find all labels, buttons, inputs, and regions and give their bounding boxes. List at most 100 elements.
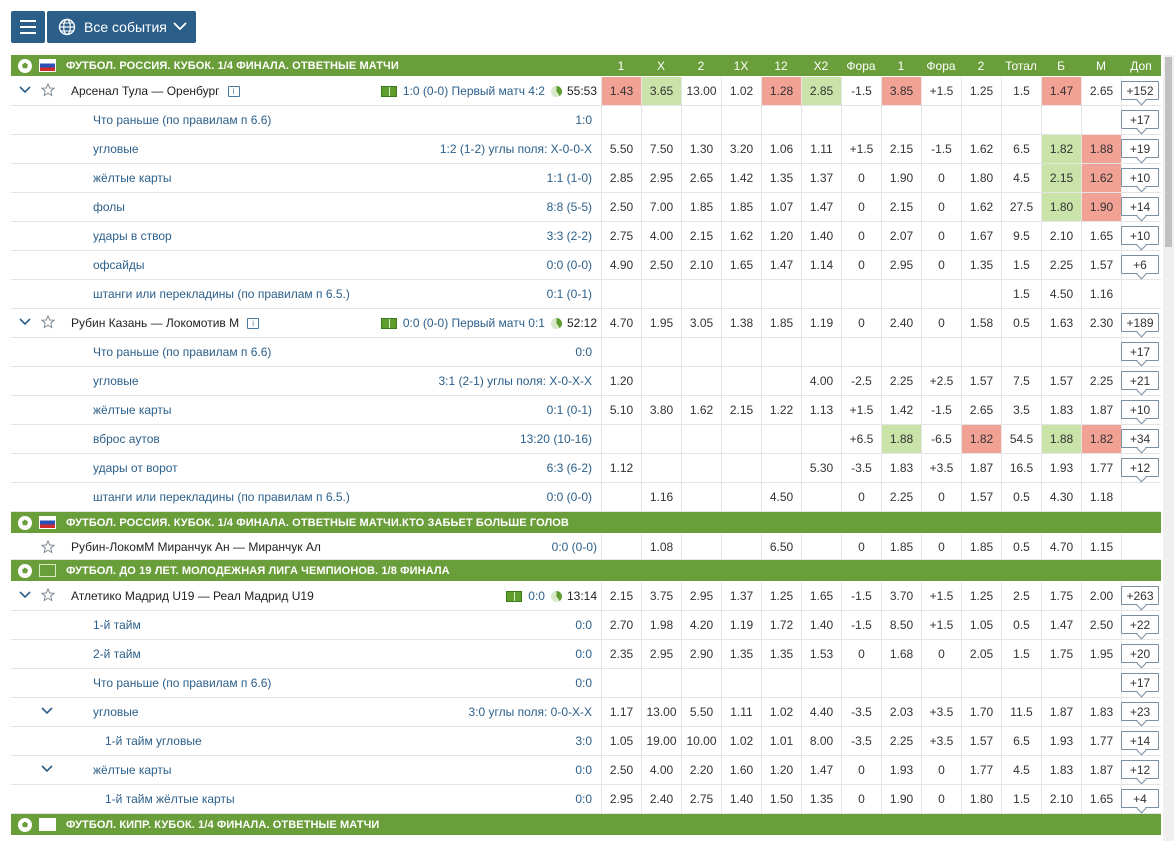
odds-cell[interactable]: 4.00 (641, 222, 681, 250)
odds-cell[interactable]: 2.95 (641, 164, 681, 192)
odds-cell[interactable]: 11.5 (1001, 698, 1041, 726)
odds-cell[interactable]: 1.83 (1041, 396, 1081, 424)
odds-cell[interactable]: 1.35 (761, 164, 801, 192)
odds-cell[interactable]: 1.53 (801, 640, 841, 668)
odds-cell[interactable]: 0 (921, 534, 961, 559)
odds-cell[interactable]: 1.80 (1041, 193, 1081, 221)
odds-cell[interactable]: 2.15 (601, 582, 641, 610)
market-name[interactable]: штанги или перекладины (по правилам п 6.… (93, 280, 350, 308)
odds-cell[interactable]: 2.65 (1081, 77, 1121, 105)
odds-cell[interactable]: 1.77 (961, 756, 1001, 784)
odds-cell[interactable]: 1.85 (881, 534, 921, 559)
odds-cell[interactable]: 0 (921, 251, 961, 279)
odds-cell[interactable]: 6.50 (761, 534, 801, 559)
odds-cell[interactable]: 1.06 (761, 135, 801, 163)
odds-cell[interactable]: 1.28 (761, 77, 801, 105)
odds-cell[interactable]: 2.35 (601, 640, 641, 668)
odds-cell[interactable]: -1.5 (841, 611, 881, 639)
info-icon[interactable]: i (227, 85, 240, 97)
info-icon[interactable]: i (247, 317, 260, 329)
sub-market-row[interactable]: 1-й тайм 0:0 2.70 1.98 4.20 1.19 1.72 1.40 -1.5 8… (11, 611, 1161, 640)
odds-cell[interactable]: -1.5 (921, 396, 961, 424)
odds-cell[interactable]: 1.83 (1041, 756, 1081, 784)
sub-market-row[interactable]: вброс аутов 13:20 (10-16) +6.5 1.88 -6.5 1.82… (11, 425, 1161, 454)
odds-cell[interactable]: +1.5 (921, 582, 961, 610)
odds-cell[interactable]: 0 (841, 164, 881, 192)
odds-cell[interactable]: 1.58 (961, 309, 1001, 337)
odds-cell[interactable]: 1.72 (761, 611, 801, 639)
odds-cell[interactable]: 1.67 (961, 222, 1001, 250)
sub-market-row[interactable]: удары в створ 3:3 (2-2) 2.75 4.00 2.15 1.62 1.… (11, 222, 1161, 251)
odds-cell[interactable]: 2.95 (641, 640, 681, 668)
odds-cell[interactable]: 2.07 (881, 222, 921, 250)
odds-cell[interactable]: 3.65 (641, 77, 681, 105)
odds-cell[interactable]: 2.85 (801, 77, 841, 105)
sub-market-row[interactable]: 1-й тайм угловые 3:0 1.05 19.00 10.00 1.02 1.0… (11, 727, 1161, 756)
odds-cell[interactable]: 1.87 (1041, 698, 1081, 726)
odds-cell[interactable]: 1.37 (721, 582, 761, 610)
more-markets-button[interactable]: +189 (1121, 313, 1159, 332)
odds-cell[interactable]: 1.83 (1081, 698, 1121, 726)
more-markets-button[interactable]: +22 (1121, 615, 1159, 634)
odds-cell[interactable]: 1.30 (681, 135, 721, 163)
odds-cell[interactable]: 1.20 (601, 367, 641, 395)
sub-market-row[interactable]: угловые 3:0 углы поля: 0-0-X-X 1.17 13.00 5.… (11, 698, 1161, 727)
odds-cell[interactable]: 2.75 (601, 222, 641, 250)
odds-cell[interactable]: 2.10 (681, 251, 721, 279)
odds-cell[interactable]: 1.12 (601, 454, 641, 482)
odds-cell[interactable]: 0 (841, 251, 881, 279)
market-name[interactable]: фолы (93, 193, 125, 221)
odds-cell[interactable]: 0 (921, 756, 961, 784)
market-name[interactable]: жёлтые карты (93, 396, 172, 424)
odds-cell[interactable]: 1.35 (961, 251, 1001, 279)
odds-cell[interactable]: 1.57 (961, 367, 1001, 395)
odds-cell[interactable]: 1.5 (1001, 77, 1041, 105)
odds-cell[interactable]: 0 (841, 785, 881, 813)
odds-cell[interactable]: 2.03 (881, 698, 921, 726)
market-name[interactable]: 2-й тайм (93, 640, 141, 668)
odds-cell[interactable]: 4.50 (1041, 280, 1081, 308)
odds-cell[interactable]: 2.15 (1041, 164, 1081, 192)
more-markets-button[interactable]: +17 (1121, 110, 1159, 129)
more-markets-button[interactable]: +20 (1121, 644, 1159, 663)
odds-cell[interactable]: 1.62 (1081, 164, 1121, 192)
odds-cell[interactable]: 1.65 (1081, 785, 1121, 813)
odds-cell[interactable]: -1.5 (841, 77, 881, 105)
odds-cell[interactable]: 1.02 (721, 727, 761, 755)
odds-cell[interactable]: 1.37 (801, 164, 841, 192)
sub-market-row[interactable]: штанги или перекладины (по правилам п 6.… (11, 483, 1161, 512)
odds-cell[interactable]: 1.90 (881, 164, 921, 192)
odds-cell[interactable]: 1.85 (761, 309, 801, 337)
odds-cell[interactable]: 1.17 (601, 698, 641, 726)
odds-cell[interactable]: 0 (841, 193, 881, 221)
more-markets-button[interactable]: +14 (1121, 197, 1159, 216)
odds-cell[interactable]: 2.25 (881, 483, 921, 511)
odds-cell[interactable]: 2.30 (1081, 309, 1121, 337)
odds-cell[interactable]: 10.00 (681, 727, 721, 755)
more-markets-button[interactable]: +10 (1121, 168, 1159, 187)
more-markets-button[interactable]: +17 (1121, 342, 1159, 361)
odds-cell[interactable]: 1.47 (801, 756, 841, 784)
sub-market-row[interactable]: жёлтые карты 0:0 2.50 4.00 2.20 1.60 1.20 1.47 0… (11, 756, 1161, 785)
odds-cell[interactable]: 1.42 (721, 164, 761, 192)
more-markets-button[interactable]: +34 (1121, 429, 1159, 448)
odds-cell[interactable]: 0 (921, 640, 961, 668)
event-row[interactable]: Атлетико Мадрид U19 — Реал Мадрид U19 0:0… (11, 582, 1161, 611)
odds-cell[interactable]: 7.50 (641, 135, 681, 163)
odds-cell[interactable]: 1.63 (1041, 309, 1081, 337)
odds-cell[interactable]: 9.5 (1001, 222, 1041, 250)
market-name[interactable]: удары в створ (93, 222, 172, 250)
odds-cell[interactable]: 4.50 (761, 483, 801, 511)
odds-cell[interactable]: 1.85 (681, 193, 721, 221)
odds-cell[interactable]: 5.10 (601, 396, 641, 424)
market-name[interactable]: штанги или перекладины (по правилам п 6.… (93, 483, 350, 511)
odds-cell[interactable]: 8.50 (881, 611, 921, 639)
vertical-scrollbar[interactable] (1163, 55, 1174, 841)
odds-cell[interactable]: 0 (841, 756, 881, 784)
odds-cell[interactable]: 2.15 (881, 193, 921, 221)
odds-cell[interactable]: +2.5 (921, 367, 961, 395)
odds-cell[interactable]: 19.00 (641, 727, 681, 755)
odds-cell[interactable]: 4.30 (1041, 483, 1081, 511)
odds-cell[interactable]: +3.5 (921, 454, 961, 482)
odds-cell[interactable]: 2.65 (681, 164, 721, 192)
